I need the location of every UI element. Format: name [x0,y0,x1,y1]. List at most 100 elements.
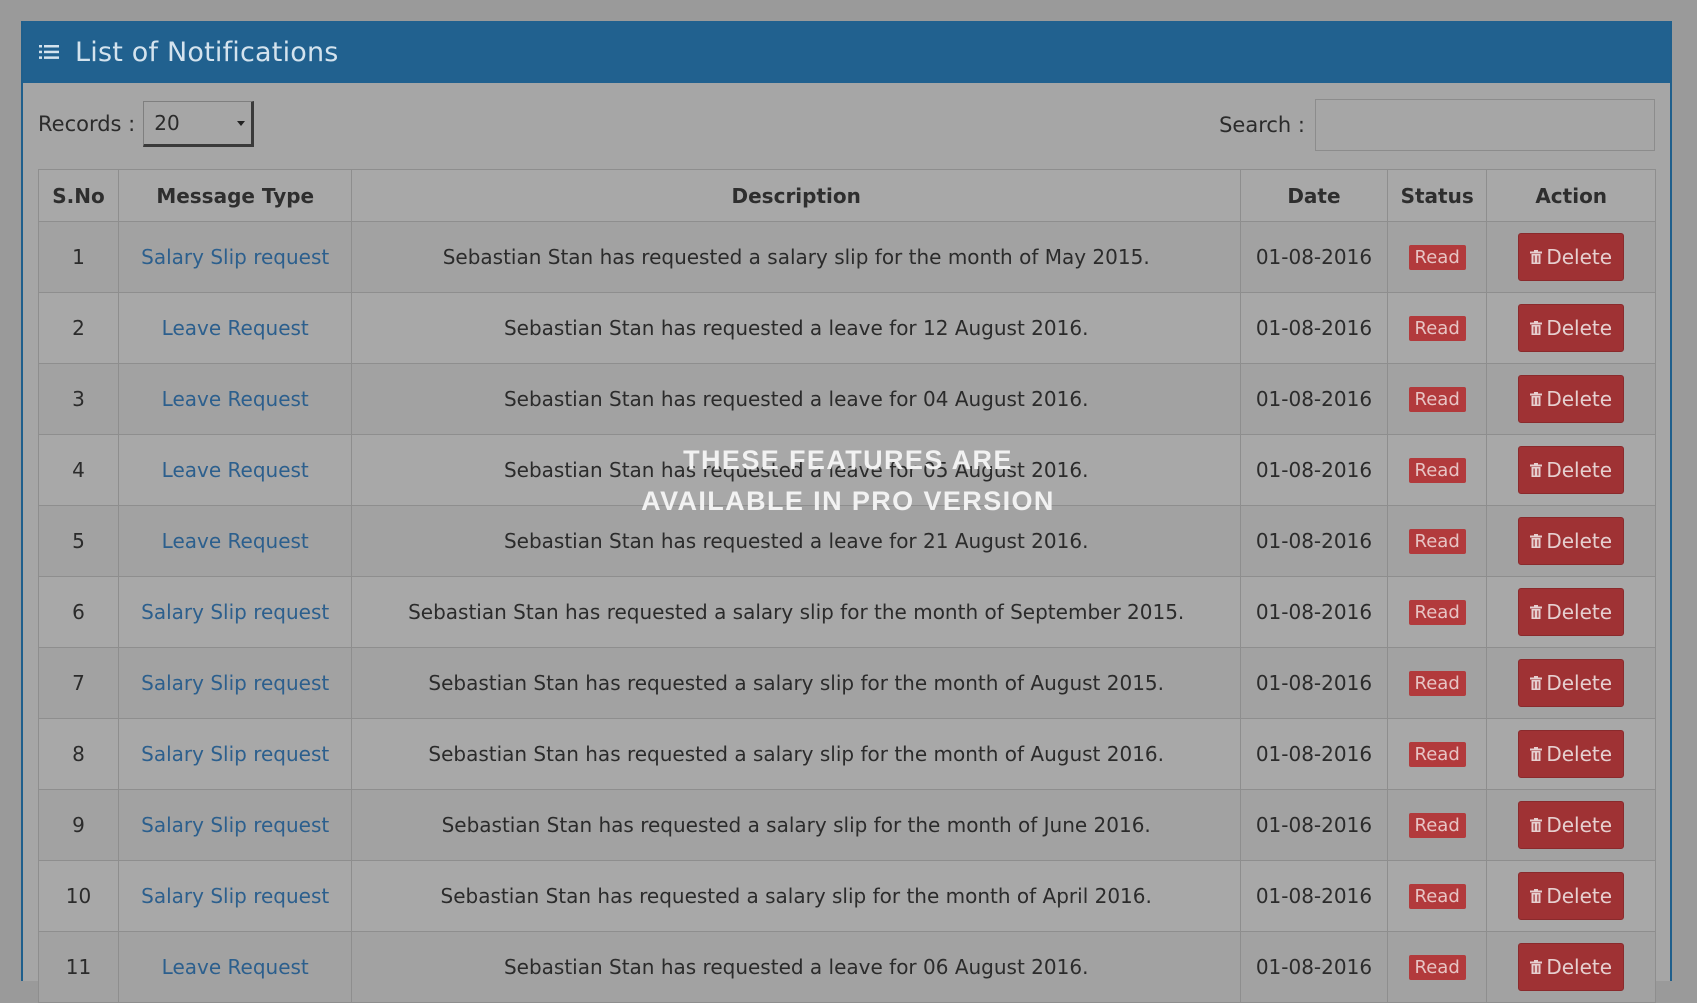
cell-action: Delete [1486,292,1656,364]
cell-message-type-link[interactable]: Salary Slip request [117,860,353,932]
cell-sno: 1 [38,221,119,293]
cell-status: Read [1386,718,1488,790]
column-header-sno[interactable]: S.No [38,169,119,222]
records-select-value: 20 [154,111,180,135]
column-header-date[interactable]: Date [1239,169,1388,222]
cell-status: Read [1386,363,1488,435]
cell-sno: 11 [38,931,119,1003]
delete-label: Delete [1546,245,1613,269]
delete-button[interactable]: Delete [1518,943,1625,991]
records-control: Records : 20 [38,101,255,147]
column-header-status[interactable]: Status [1386,169,1488,222]
cell-message-type-link[interactable]: Salary Slip request [117,789,353,861]
cell-action: Delete [1486,718,1656,790]
cell-date: 01-08-2016 [1239,576,1388,648]
notifications-panel: List of Notifications Records : 20 Searc… [21,21,1672,1003]
table-header-row: S.No Message Type Description Date Statu… [38,169,1656,222]
delete-button[interactable]: Delete [1518,659,1625,707]
status-badge: Read [1408,955,1466,980]
status-badge: Read [1408,813,1466,838]
search-input[interactable] [1315,99,1655,151]
cell-description: Sebastian Stan has requested a salary sl… [351,789,1241,861]
cell-date: 01-08-2016 [1239,860,1388,932]
cell-description: Sebastian Stan has requested a leave for… [351,931,1241,1003]
delete-button[interactable]: Delete [1518,517,1625,565]
cell-message-type-link[interactable]: Leave Request [117,931,353,1003]
table-row: 10 Salary Slip request Sebastian Stan has … [38,860,1656,932]
cell-sno: 9 [38,789,119,861]
cell-description: Sebastian Stan has requested a salary sl… [351,221,1241,293]
status-badge: Read [1408,529,1466,554]
table-row: 11 Leave Request Sebastian Stan has reques… [38,931,1656,1003]
column-header-message-type[interactable]: Message Type [117,169,353,222]
delete-button[interactable]: Delete [1518,375,1625,423]
records-select[interactable]: 20 [143,101,255,147]
status-badge: Read [1408,245,1466,270]
trash-icon [1530,605,1543,619]
delete-button[interactable]: Delete [1518,304,1625,352]
cell-status: Read [1386,789,1488,861]
cell-action: Delete [1486,647,1656,719]
cell-sno: 7 [38,647,119,719]
cell-sno: 8 [38,718,119,790]
trash-icon [1530,250,1543,264]
column-header-description[interactable]: Description [351,169,1241,222]
cell-message-type-link[interactable]: Leave Request [117,363,353,435]
cell-message-type-link[interactable]: Leave Request [117,292,353,364]
cell-status: Read [1386,221,1488,293]
cell-action: Delete [1486,789,1656,861]
list-icon [39,42,61,62]
status-badge: Read [1408,600,1466,625]
cell-sno: 3 [38,363,119,435]
cell-message-type-link[interactable]: Salary Slip request [117,221,353,293]
cell-description: Sebastian Stan has requested a leave for… [351,292,1241,364]
cell-status: Read [1386,931,1488,1003]
cell-date: 01-08-2016 [1239,363,1388,435]
table-row: 5 Leave Request Sebastian Stan has request… [38,505,1656,577]
delete-label: Delete [1546,813,1613,837]
cell-message-type-link[interactable]: Leave Request [117,434,353,506]
table-controls: Records : 20 Search : [23,83,1670,169]
cell-action: Delete [1486,860,1656,932]
table-row: 2 Leave Request Sebastian Stan has request… [38,292,1656,364]
table-row: 4 Leave Request Sebastian Stan has request… [38,434,1656,506]
delete-button[interactable]: Delete [1518,233,1625,281]
delete-label: Delete [1546,884,1613,908]
status-badge: Read [1408,742,1466,767]
cell-sno: 4 [38,434,119,506]
page-title: List of Notifications [75,36,339,68]
table-row: 6 Salary Slip request Sebastian Stan has r… [38,576,1656,648]
cell-message-type-link[interactable]: Salary Slip request [117,718,353,790]
delete-label: Delete [1546,458,1613,482]
cell-message-type-link[interactable]: Leave Request [117,505,353,577]
table-row: 3 Leave Request Sebastian Stan has request… [38,363,1656,435]
cell-action: Delete [1486,505,1656,577]
notifications-table: S.No Message Type Description Date Statu… [38,169,1656,1003]
cell-message-type-link[interactable]: Salary Slip request [117,576,353,648]
cell-description: Sebastian Stan has requested a salary sl… [351,647,1241,719]
cell-date: 01-08-2016 [1239,221,1388,293]
delete-button[interactable]: Delete [1518,872,1625,920]
delete-button[interactable]: Delete [1518,588,1625,636]
cell-status: Read [1386,505,1488,577]
panel-header: List of Notifications [23,21,1670,83]
cell-sno: 6 [38,576,119,648]
trash-icon [1530,463,1543,477]
cell-status: Read [1386,860,1488,932]
cell-action: Delete [1486,363,1656,435]
delete-button[interactable]: Delete [1518,446,1625,494]
cell-date: 01-08-2016 [1239,789,1388,861]
cell-status: Read [1386,434,1488,506]
table-row: 8 Salary Slip request Sebastian Stan has r… [38,718,1656,790]
delete-label: Delete [1546,955,1613,979]
trash-icon [1530,818,1543,832]
delete-button[interactable]: Delete [1518,730,1625,778]
cell-sno: 10 [38,860,119,932]
delete-button[interactable]: Delete [1518,801,1625,849]
trash-icon [1530,676,1543,690]
table-row: 7 Salary Slip request Sebastian Stan has r… [38,647,1656,719]
status-badge: Read [1408,671,1466,696]
trash-icon [1530,960,1543,974]
cell-message-type-link[interactable]: Salary Slip request [117,647,353,719]
trash-icon [1530,889,1543,903]
